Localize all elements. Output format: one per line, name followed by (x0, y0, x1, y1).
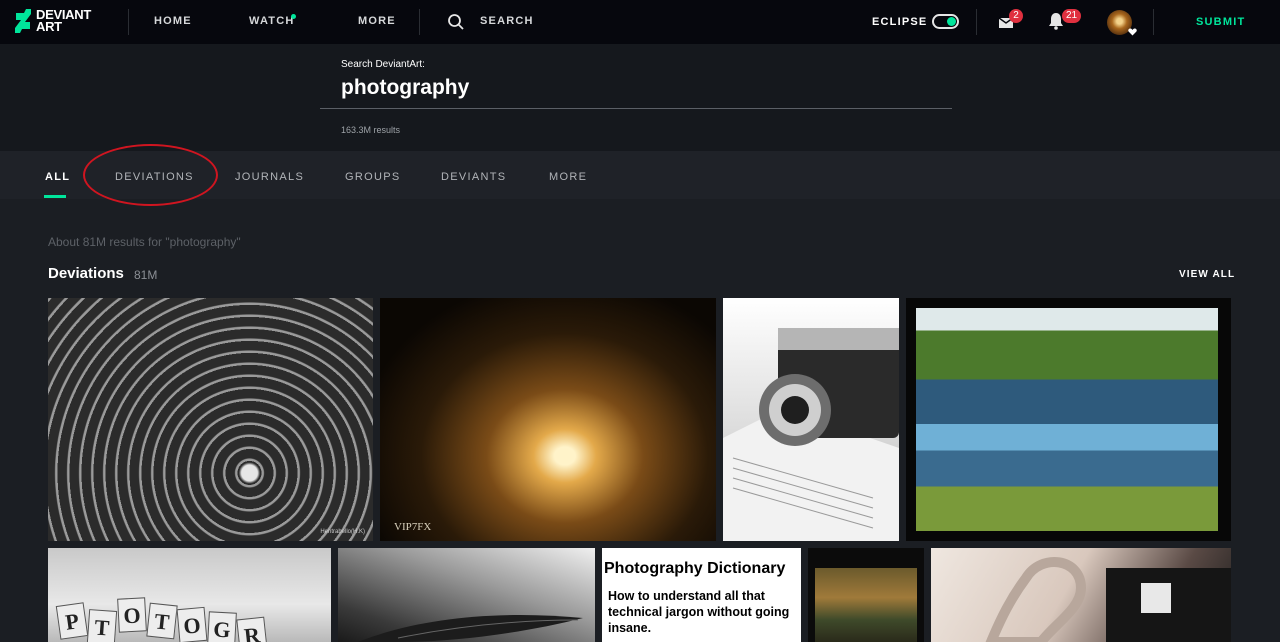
tile: O (176, 606, 208, 642)
search-label: Search DeviantArt: (341, 59, 425, 70)
search-underline (320, 108, 952, 109)
section-count: 81M (134, 268, 158, 282)
eclipse-label: ECLIPSE (872, 16, 928, 28)
thumbnail-camera-book[interactable] (723, 298, 899, 541)
logo-line2: ART (36, 19, 62, 34)
river-photo (916, 308, 1218, 531)
section-title: Deviations (48, 265, 124, 282)
tile: P (55, 602, 89, 640)
annotation-circle (83, 144, 218, 206)
tab-groups[interactable]: GROUPS (345, 171, 400, 183)
about-results: About 81M results for "photography" (48, 235, 241, 249)
watermark: Hentrabello(H.K) (320, 529, 365, 535)
watermark: VIP7FX (394, 521, 432, 533)
tile: T (86, 609, 118, 642)
thumbnail-leaf[interactable] (338, 548, 595, 642)
search-icon[interactable] (447, 13, 465, 31)
dictionary-title: Photography Dictionary (604, 560, 786, 577)
divider (128, 9, 129, 35)
divider (1153, 9, 1154, 35)
tab-all[interactable]: ALL (45, 171, 70, 183)
eclipse-toggle[interactable] (932, 14, 959, 29)
notifications-badge: 21 (1062, 9, 1082, 23)
thumbnail-shop-window[interactable] (808, 548, 924, 642)
leaf-illustration (358, 615, 583, 642)
tab-journals[interactable]: JOURNALS (235, 171, 304, 183)
tile: T (146, 602, 178, 640)
tab-more[interactable]: MORE (549, 171, 587, 183)
search-panel (0, 44, 1280, 151)
nav-watch[interactable]: WATCH (249, 15, 295, 27)
search-result-count: 163.3M results (341, 125, 401, 135)
view-all-link[interactable]: VIEW ALL (1179, 269, 1235, 280)
deviantart-logo[interactable]: DEVIANT ART (14, 8, 98, 34)
tile: G (207, 611, 237, 642)
film-heart-illustration (985, 557, 1231, 642)
nav-search[interactable]: SEARCH (480, 15, 534, 27)
toggle-knob (947, 17, 956, 26)
thumbnail-photography-dictionary[interactable]: Photography Dictionary How to understand… (602, 548, 801, 642)
divider (419, 9, 420, 35)
camera-illustration (723, 328, 899, 541)
submit-button[interactable]: SUBMIT (1196, 16, 1245, 28)
top-bar: DEVIANT ART HOME WATCH MORE SEARCH ECLIP… (0, 0, 1280, 44)
tile: O (117, 597, 147, 633)
watch-new-dot (291, 14, 296, 19)
nav-home[interactable]: HOME (154, 15, 192, 27)
thumbnail-river-weir[interactable] (906, 298, 1231, 541)
active-tab-indicator (44, 195, 66, 198)
messages-badge: 2 (1009, 9, 1023, 23)
thumbnail-spiderweb[interactable]: Hentrabello(H.K) (48, 298, 373, 541)
heart-icon (1128, 28, 1137, 36)
dictionary-subtitle: How to understand all that technical jar… (608, 589, 790, 635)
divider (976, 9, 977, 35)
shop-photo (815, 568, 917, 642)
search-input[interactable]: photography (341, 76, 469, 100)
tile: R (236, 616, 268, 642)
thumbnail-sunset-clouds[interactable]: VIP7FX (380, 298, 716, 541)
nav-more[interactable]: MORE (358, 15, 396, 27)
thumbnail-film-heart[interactable] (931, 548, 1231, 642)
thumbnail-scrabble-tiles[interactable]: P T O T O G R (48, 548, 331, 642)
tab-deviants[interactable]: DEVIANTS (441, 171, 506, 183)
deviantart-logo-icon (15, 9, 31, 33)
